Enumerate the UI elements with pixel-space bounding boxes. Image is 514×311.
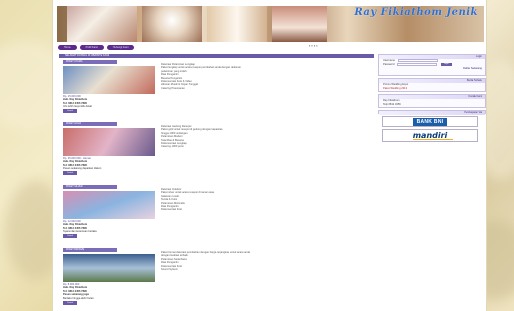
package-image[interactable]	[63, 191, 155, 219]
header-banner: Ray Fikiathom Jenik	[57, 6, 484, 42]
contact-box: Kontak Kami Ray Fikiathom Telp 0812 3456	[378, 94, 486, 108]
register-link[interactable]: Daftar Sekarang	[379, 67, 485, 71]
banner-photo	[142, 6, 202, 42]
package-description: Paket hemat dekorasi pernikahan dengan h…	[161, 251, 371, 271]
package-image[interactable]	[63, 128, 155, 156]
login-button[interactable]: Login	[440, 62, 452, 66]
desc-line: Dokumentasi Foto	[161, 208, 183, 212]
package-heading: PAKET GOLD	[63, 122, 117, 126]
page-container: Ray Fikiathom Jenik ▪▪▪▪ Home Profil Kam…	[52, 0, 487, 311]
detail-button[interactable]: Detail	[63, 109, 77, 113]
package-image[interactable]	[63, 254, 155, 282]
detail-button[interactable]: Detail	[63, 171, 77, 175]
news-item[interactable]: Paket Wedding 2013	[379, 87, 485, 91]
desc-line: Catering 1000 porsi	[161, 145, 184, 149]
password-input[interactable]	[397, 62, 438, 66]
bank-mandiri-logo[interactable]: mandiri	[382, 129, 478, 142]
package-description: Dekorasi Gedung Resepsi Paket gold untuk…	[161, 125, 371, 149]
password-label: Password	[383, 62, 395, 66]
meta-line: Syarat dan ketentuan berlaku	[63, 230, 97, 234]
login-box: Login Username Password Login Daftar Sek…	[378, 54, 486, 76]
mandiri-accent	[413, 139, 453, 140]
package-heading: PAKET SILVER	[63, 185, 117, 189]
username-input[interactable]	[397, 59, 438, 62]
meta-line: Info lebih lanjut klik detail	[63, 105, 92, 109]
content-header-strip: SELAMAT DATANG DI WEBSITE KAMI	[59, 54, 374, 58]
nav-kontak[interactable]: Hubungi Kami	[106, 45, 135, 50]
contact-line: Telp 0812 3456	[383, 102, 401, 106]
banner-photo	[207, 6, 267, 42]
package-description: Dekorasi Outdoor Paket silver untuk acar…	[161, 188, 371, 212]
package-heading: PAKET UTAMA	[63, 60, 117, 64]
package-heading: PAKET BRONZE	[63, 248, 117, 252]
meta-line: Berlaku hingga akhir bulan	[63, 296, 94, 300]
detail-button[interactable]: Detail	[63, 301, 77, 305]
bank-box: Pembayaran Via	[378, 110, 486, 115]
nav-home[interactable]: Home	[58, 45, 77, 50]
banner-pager[interactable]: ▪▪▪▪	[309, 43, 319, 48]
package-meta: Rp. 12.000.000 Hub. Ray Fikiathom Tel: 0…	[63, 220, 163, 234]
username-label: Username	[383, 59, 395, 63]
package-description: Dekorasi Pelaminan Lengkap Paket lengkap…	[161, 63, 371, 90]
desc-line: Catering Prasmanan	[161, 86, 185, 90]
desc-line: Sound System	[161, 267, 178, 271]
package-meta: Rp. 25.000.000 - Hemat Hub. Ray Fikiatho…	[63, 157, 163, 171]
bank-bni-logo[interactable]: BANK BNI	[382, 116, 478, 127]
banner-photo	[67, 6, 137, 42]
bank-heading: Pembayaran Via	[379, 111, 485, 115]
nav-profil[interactable]: Profil Kami	[79, 45, 104, 50]
package-image[interactable]	[63, 66, 155, 94]
detail-button[interactable]: Detail	[63, 234, 77, 238]
bni-label: BANK BNI	[412, 117, 448, 126]
main-nav: Home Profil Kami Hubungi Kami	[58, 45, 135, 51]
news-box: Berita Terbaru Promo Wedding Expo Paket …	[378, 78, 486, 92]
package-meta: Rp. 8.000.000 Hub. Ray Fikiathom Tel: 08…	[63, 283, 163, 300]
meta-line: Pesan sekarang dapatkan diskon	[63, 167, 102, 171]
site-title: Ray Fikiathom Jenik	[354, 7, 478, 18]
banner-photo	[272, 6, 327, 42]
package-meta: Rp. 15.000.000 Hub. Ray Fikiathom Tel: 0…	[63, 95, 163, 109]
